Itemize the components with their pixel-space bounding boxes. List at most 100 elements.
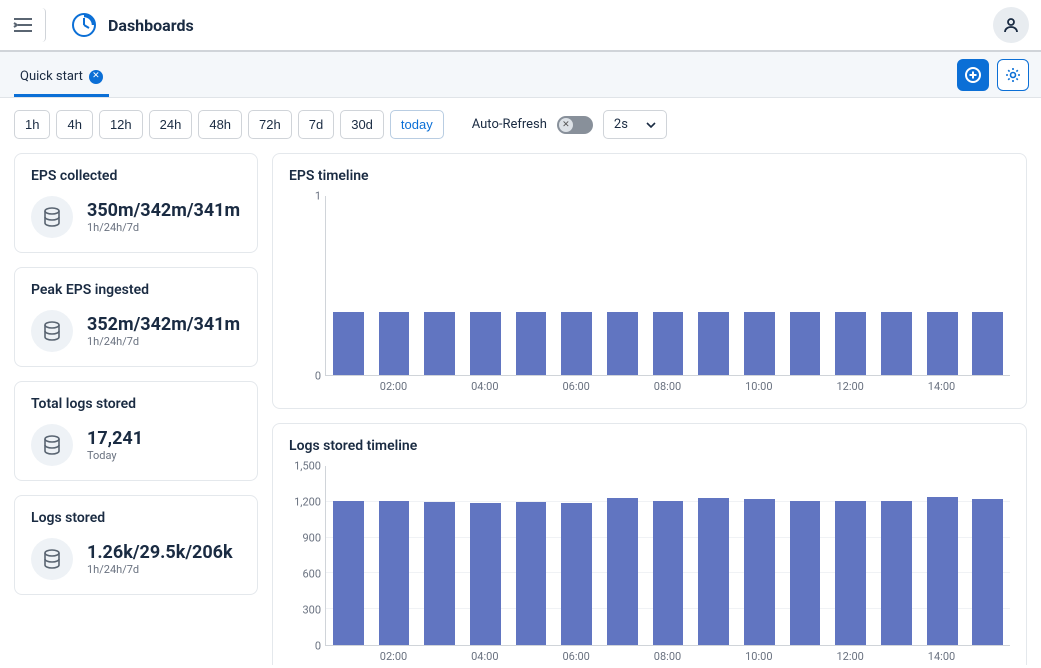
stat-title: Total logs stored: [31, 396, 241, 412]
database-icon: [31, 196, 73, 238]
chart-title: Logs stored timeline: [289, 438, 1010, 454]
user-menu-button[interactable]: [993, 7, 1029, 43]
x-tick: 06:00: [562, 380, 589, 393]
refresh-interval-value: 2s: [614, 117, 628, 132]
chart-bar: [881, 312, 912, 375]
chart-bar: [333, 312, 364, 375]
chart-title: EPS timeline: [289, 168, 1010, 184]
y-tick: 0: [315, 370, 321, 383]
chart-bar: [424, 502, 455, 645]
x-tick: 10:00: [745, 380, 772, 393]
chart-bar: [927, 497, 958, 645]
brand-icon: [70, 11, 98, 39]
time-range-group: 1h4h12h24h48h72h7d30dtoday: [14, 110, 444, 139]
chart-bar: [424, 312, 455, 375]
y-tick: 600: [302, 568, 321, 581]
x-tick: 04:00: [471, 650, 498, 663]
tab-quick-start[interactable]: Quick start ✕: [14, 59, 109, 97]
stat-card: Total logs stored 17,241Today: [14, 381, 258, 481]
range-24h[interactable]: 24h: [149, 110, 193, 139]
x-tick: 10:00: [745, 650, 772, 663]
range-today[interactable]: today: [390, 110, 444, 139]
chart-plot: 03006009001,2001,500: [289, 466, 1010, 646]
database-icon: [31, 538, 73, 580]
tab-label: Quick start: [20, 69, 83, 84]
tab-bar: Quick start ✕: [0, 52, 1041, 98]
stat-value: 1.26k/29.5k/206k: [87, 542, 233, 563]
chart-bar: [835, 501, 866, 645]
chart-bar: [470, 312, 501, 375]
database-icon: [31, 310, 73, 352]
chart-bar: [561, 503, 592, 645]
chart-bar: [653, 312, 684, 375]
chart-bar: [516, 312, 547, 375]
page-title: Dashboards: [108, 16, 194, 35]
chart-bar: [516, 502, 547, 645]
x-tick: 08:00: [654, 380, 681, 393]
stat-title: EPS collected: [31, 168, 241, 184]
stat-card: EPS collected 350m/342m/341m1h/24h/7d: [14, 153, 258, 253]
top-bar: Dashboards: [0, 0, 1041, 52]
stat-value: 17,241: [87, 428, 143, 449]
y-tick: 1,500: [294, 460, 321, 473]
stat-value: 352m/342m/341m: [87, 314, 240, 335]
y-tick: 1,200: [294, 496, 321, 509]
chart-bar: [607, 498, 638, 645]
x-tick: 12:00: [836, 650, 863, 663]
x-tick: 06:00: [562, 650, 589, 663]
y-tick: 900: [302, 532, 321, 545]
dashboard-content: EPS collected350m/342m/341m1h/24h/7dPeak…: [0, 149, 1041, 665]
menu-toggle-button[interactable]: [12, 8, 46, 42]
x-tick: 02:00: [380, 380, 407, 393]
chart-bar: [561, 312, 592, 375]
chart-bar: [470, 503, 501, 645]
x-tick: 12:00: [836, 380, 863, 393]
chart-bar: [698, 312, 729, 375]
chevron-down-icon: [646, 122, 656, 128]
chart-bar: [379, 312, 410, 375]
logs-timeline-card: Logs stored timeline 0 300 600 900 1,200 1,50…: [272, 423, 1027, 665]
chart-bar: [607, 312, 638, 375]
range-7d[interactable]: 7d: [298, 110, 334, 139]
x-tick: 14:00: [928, 650, 955, 663]
chart-plot: 01: [289, 196, 1010, 376]
chart-bar: [972, 312, 1003, 375]
chart-bar: [790, 501, 821, 645]
plus-circle-icon: [964, 66, 982, 84]
range-1h[interactable]: 1h: [14, 110, 50, 139]
y-tick: 300: [302, 604, 321, 617]
y-tick: 1: [315, 190, 321, 203]
range-12h[interactable]: 12h: [99, 110, 143, 139]
chart-bar: [790, 312, 821, 375]
stat-title: Logs stored: [31, 510, 241, 526]
charts-column: EPS timeline 0102:0004:0006:0008:0010:00…: [272, 153, 1027, 665]
list-toggle-icon: [12, 16, 34, 34]
gear-icon: [1004, 66, 1022, 84]
range-72h[interactable]: 72h: [248, 110, 292, 139]
y-tick: 0: [315, 640, 321, 653]
stat-card: Peak EPS ingested352m/342m/341m1h/24h/7d: [14, 267, 258, 367]
refresh-interval-select[interactable]: 2s: [603, 110, 667, 139]
stat-sublabel: 1h/24h/7d: [87, 335, 240, 348]
stat-sublabel: 1h/24h/7d: [87, 563, 233, 576]
chart-bar: [698, 498, 729, 645]
range-48h[interactable]: 48h: [198, 110, 242, 139]
add-dashboard-button[interactable]: [957, 59, 989, 91]
user-icon: [1002, 16, 1020, 34]
x-tick: 14:00: [928, 380, 955, 393]
chart-bar: [927, 312, 958, 375]
stat-value: 350m/342m/341m: [87, 200, 240, 221]
settings-button[interactable]: [997, 59, 1029, 91]
close-tab-icon[interactable]: ✕: [89, 70, 103, 84]
database-icon: [31, 424, 73, 466]
stat-sublabel: 1h/24h/7d: [87, 221, 240, 234]
toolbar: 1h4h12h24h48h72h7d30dtoday Auto-Refresh …: [0, 98, 1041, 149]
auto-refresh-toggle[interactable]: ✕: [557, 116, 593, 134]
range-30d[interactable]: 30d: [340, 110, 384, 139]
chart-bar: [744, 312, 775, 375]
range-4h[interactable]: 4h: [56, 110, 92, 139]
chart-bar: [881, 501, 912, 645]
stat-sublabel: Today: [87, 449, 143, 462]
chart-bar: [744, 499, 775, 645]
auto-refresh-label: Auto-Refresh: [472, 117, 547, 132]
